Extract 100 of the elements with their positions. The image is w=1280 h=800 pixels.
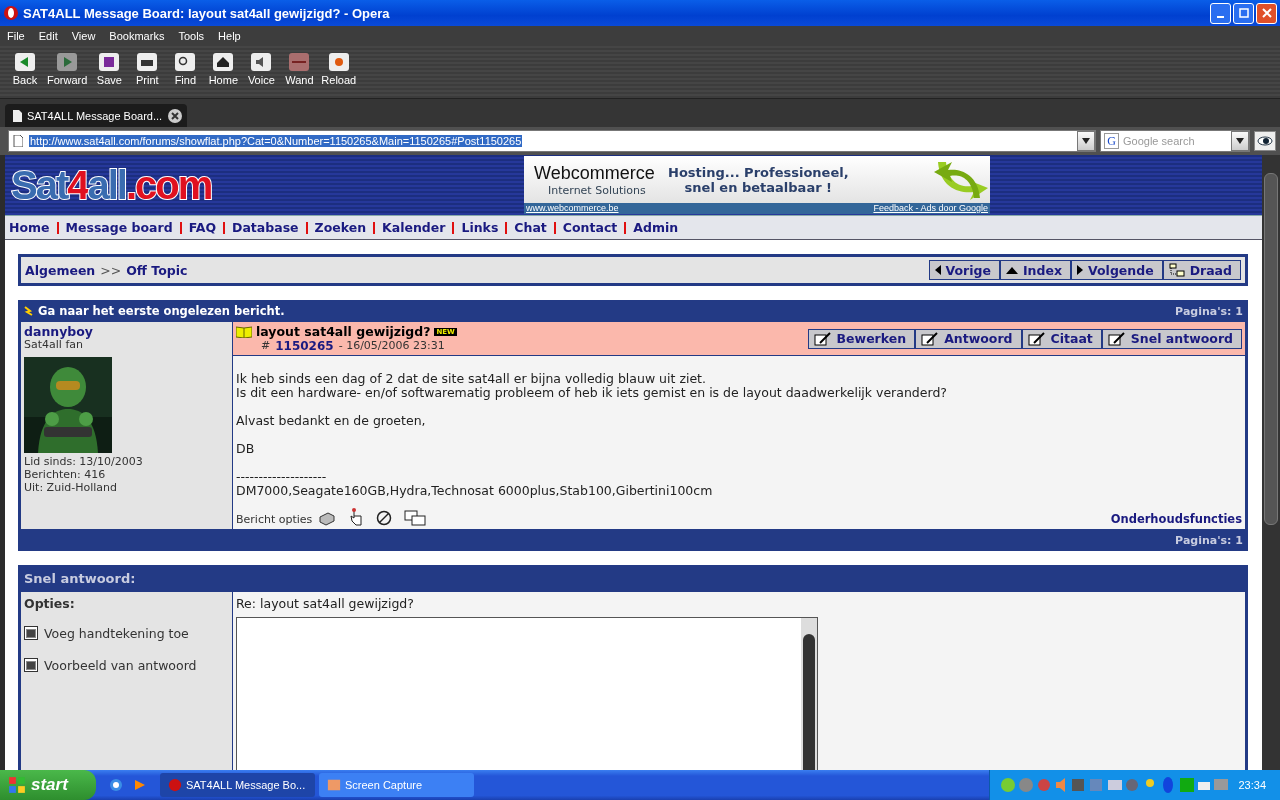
clock: 23:34 — [1238, 779, 1266, 791]
author-name[interactable]: dannyboy — [24, 325, 229, 338]
toolbar-button[interactable]: Home — [204, 52, 243, 86]
menu-item[interactable]: Bookmarks — [102, 30, 172, 42]
thread-nav-button[interactable]: Index — [998, 261, 1070, 279]
nav-link[interactable]: Kalender — [382, 220, 446, 235]
nav-link[interactable]: Database — [232, 220, 299, 235]
no-sign-icon[interactable] — [376, 510, 393, 526]
book-icon — [236, 325, 252, 338]
author-rank: Sat4all fan — [24, 338, 83, 351]
nav-link[interactable]: Zoeken — [314, 220, 367, 235]
window-title: SAT4ALL Message Board: layout sat4all gewijzigd? - Opera — [23, 5, 390, 21]
opera-icon — [3, 5, 19, 21]
pencil-note-icon — [1107, 331, 1126, 346]
toolbar-button[interactable]: Reload — [318, 52, 360, 86]
minimize-button[interactable] — [1210, 2, 1231, 24]
checkbox[interactable] — [24, 658, 38, 672]
address-field[interactable]: http://www.sat4all.com/forums/showflat.php?Cat=0&Number=1150265&Main=1150265#Post1150265 — [8, 130, 1096, 152]
toolbar-button[interactable]: Find — [166, 52, 205, 86]
nav-link[interactable]: Chat — [514, 220, 547, 235]
post-action-button[interactable]: Antwoord — [914, 329, 1021, 348]
post-number-prefix: # — [261, 339, 271, 353]
first-unread-link[interactable]: Ga naar het eerste ongelezen bericht. — [24, 304, 285, 318]
thread-nav-button[interactable]: Draad — [1161, 261, 1240, 279]
scrollbar[interactable] — [1262, 155, 1280, 770]
nav-link[interactable]: Links — [461, 220, 499, 235]
taskbar-button[interactable]: SAT4ALL Message Bo... — [160, 773, 315, 797]
circle-icon — [168, 778, 182, 792]
taskbar-button[interactable]: Screen Capture — [319, 773, 474, 797]
breadcrumb-link[interactable]: Algemeen — [25, 262, 96, 278]
post-text: -------------------- — [236, 470, 328, 484]
close-button[interactable] — [1256, 2, 1277, 24]
thread-tree-icon — [1168, 263, 1185, 277]
maximize-icon — [1238, 8, 1249, 18]
close-icon — [1261, 8, 1272, 18]
nav-link[interactable]: Contact — [562, 220, 618, 235]
pencil-note-icon — [813, 331, 832, 346]
cards-icon[interactable] — [404, 510, 427, 526]
nav-link[interactable]: Home — [9, 220, 50, 235]
browser-tab[interactable]: SAT4ALL Message Board... — [5, 104, 187, 127]
reply-textarea[interactable] — [236, 617, 818, 770]
nav-link[interactable]: FAQ — [188, 220, 217, 235]
toolbar-button[interactable]: Voice — [242, 52, 281, 86]
nav-link[interactable]: Message board — [65, 220, 173, 235]
search-field[interactable]: G Google search — [1100, 130, 1250, 152]
menu-item[interactable]: View — [64, 30, 103, 42]
reply-subject: Re: layout sat4all gewijzigd? — [236, 596, 415, 611]
menu-item[interactable]: Edit — [31, 30, 65, 42]
post-action-button[interactable]: Citaat — [1020, 329, 1101, 348]
document-icon — [13, 135, 23, 147]
page-count: Pagina's: 1 — [1175, 533, 1243, 547]
member-since: Lid sinds: 13/10/2003 — [24, 455, 144, 468]
hand-icon[interactable] — [348, 508, 365, 526]
menu-item[interactable]: Help — [211, 30, 248, 42]
close-icon[interactable] — [168, 108, 182, 123]
left-triangle-icon — [934, 265, 941, 275]
ad-banner[interactable]: Webcommerce Internet Solutions Hosting... Professioneel, snel en betaalbaar ! www.webcommerce.be Feedback - Ads door Google — [524, 156, 990, 214]
right-triangle-icon — [1077, 265, 1083, 275]
speaker-icon — [250, 52, 273, 72]
tray-icons[interactable] — [1000, 776, 1231, 794]
menu-item[interactable]: File — [0, 30, 32, 42]
thread-nav-button[interactable]: Volgende — [1070, 261, 1162, 279]
post-action-button[interactable]: Bewerken — [808, 329, 915, 348]
post-text: Alvast bedankt en de groeten, — [236, 414, 427, 428]
checkbox[interactable] — [24, 626, 38, 640]
post-text: Ik heb sinds een dag of 2 dat de site sat4all er bijna volledig blauw uit ziet. — [236, 372, 707, 386]
ad-link[interactable]: www.webcommerce.be — [526, 203, 619, 214]
post-action-button[interactable]: Snel antwoord — [1100, 329, 1241, 348]
maximize-button[interactable] — [1233, 2, 1254, 24]
nav-link[interactable]: Admin — [633, 220, 679, 235]
options-label: Bericht opties — [236, 513, 313, 526]
dropdown-button[interactable] — [1077, 131, 1095, 151]
dropdown-button[interactable] — [1231, 131, 1249, 151]
post-subject: layout sat4all gewijzigd? — [256, 324, 431, 339]
quick-reply-title: Snel antwoord: — [24, 571, 136, 586]
ad-headline: Hosting... Professioneel, — [668, 164, 849, 180]
document-icon — [12, 109, 22, 122]
eye-button[interactable] — [1254, 131, 1276, 151]
thread-nav-button[interactable]: Vorige — [929, 261, 999, 279]
house-icon — [212, 52, 235, 72]
pencil-note-icon — [921, 331, 940, 346]
toolbar-button[interactable]: Print — [128, 52, 167, 86]
ad-headline: snel en betaalbaar ! — [684, 179, 833, 195]
menu-item[interactable]: Tools — [171, 30, 212, 42]
scrollbar[interactable] — [801, 618, 817, 770]
breadcrumb-separator: >> — [100, 262, 122, 278]
maintenance-link[interactable]: Onderhoudsfuncties — [1110, 512, 1242, 526]
ad-link[interactable]: Feedback - Ads door Google — [873, 203, 988, 214]
caret-icon — [1236, 138, 1244, 144]
toolbar-button[interactable]: Back — [6, 52, 44, 86]
browser-icon[interactable] — [108, 777, 124, 793]
page-count: Pagina's: 1 — [1175, 304, 1243, 318]
toolbar-button[interactable]: Wand — [280, 52, 319, 86]
caret-icon — [1082, 138, 1090, 144]
breadcrumb-link[interactable]: Off Topic — [126, 262, 188, 278]
toolbar-button[interactable]: Save — [90, 52, 129, 86]
minimize-icon — [1217, 15, 1224, 18]
toolbar-button[interactable]: Forward — [44, 52, 91, 86]
post-number-link[interactable]: 1150265 — [275, 339, 334, 353]
post-count: Berichten: 416 — [24, 468, 107, 481]
